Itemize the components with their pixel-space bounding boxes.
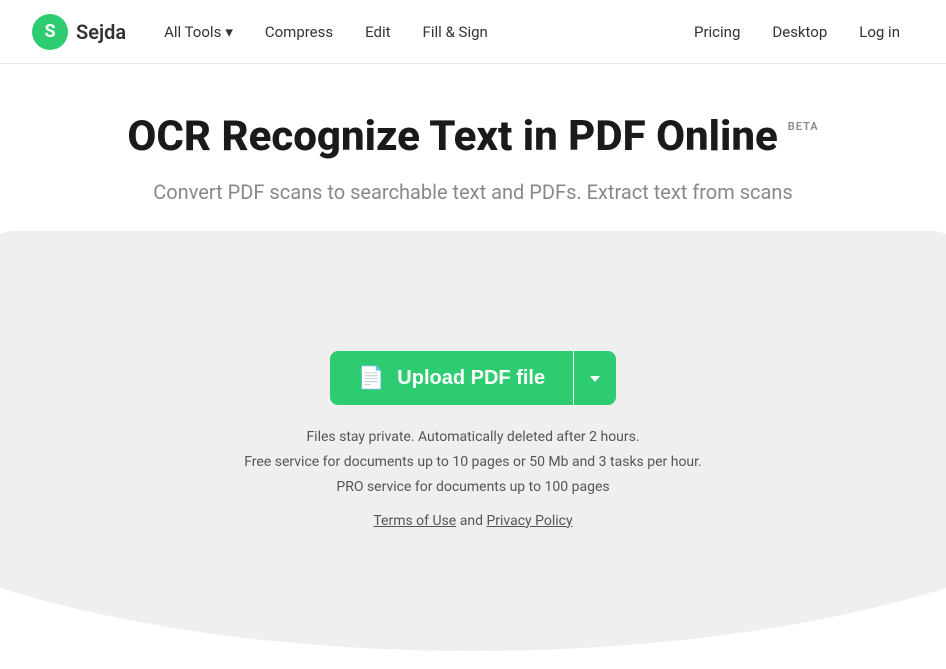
legal-links: Terms of Use and Privacy Policy — [244, 509, 702, 534]
upload-btn-label: Upload PDF file — [397, 367, 545, 390]
page-subtitle: Convert PDF scans to searchable text and… — [153, 177, 793, 207]
nav-desktop[interactable]: Desktop — [758, 15, 841, 49]
dropdown-chevron-icon — [590, 376, 600, 382]
info-line-2: Free service for documents up to 10 page… — [244, 450, 702, 475]
upload-pdf-button[interactable]: 📄 Upload PDF file — [330, 351, 573, 405]
upload-button-group: 📄 Upload PDF file — [330, 351, 616, 405]
nav-compress[interactable]: Compress — [251, 15, 347, 49]
upload-dropdown-button[interactable] — [574, 351, 616, 405]
page-title: OCR Recognize Text in PDF Online — [127, 112, 777, 161]
nav-all-tools[interactable]: All Tools ▾ — [150, 15, 247, 49]
nav-links: All Tools ▾ Compress Edit Fill & Sign — [150, 15, 680, 49]
nav-edit[interactable]: Edit — [351, 15, 404, 49]
nav-fill-sign[interactable]: Fill & Sign — [409, 15, 502, 49]
logo-icon: S — [32, 14, 68, 50]
main-content: OCR Recognize Text in PDF Online BETA Co… — [0, 64, 946, 651]
chevron-icon: ▾ — [225, 23, 233, 41]
pdf-icon: 📄 — [358, 365, 385, 391]
and-text: and — [460, 513, 487, 529]
beta-badge: BETA — [788, 120, 819, 133]
navbar: S Sejda All Tools ▾ Compress Edit Fill &… — [0, 0, 946, 64]
upload-section: 📄 Upload PDF file Files stay private. Au… — [244, 351, 702, 534]
logo-name: Sejda — [76, 20, 126, 44]
info-line-1: Files stay private. Automatically delete… — [244, 425, 702, 450]
logo-letter: S — [44, 21, 55, 42]
nav-login[interactable]: Log in — [845, 15, 914, 49]
info-line-3: PRO service for documents up to 100 page… — [244, 475, 702, 500]
content-area: 📄 Upload PDF file Files stay private. Au… — [0, 231, 946, 651]
page-title-wrapper: OCR Recognize Text in PDF Online BETA — [127, 112, 818, 161]
nav-right-links: Pricing Desktop Log in — [680, 15, 914, 49]
logo-link[interactable]: S Sejda — [32, 14, 126, 50]
info-text-block: Files stay private. Automatically delete… — [244, 425, 702, 534]
privacy-link[interactable]: Privacy Policy — [486, 513, 572, 529]
terms-link[interactable]: Terms of Use — [373, 513, 456, 529]
nav-pricing[interactable]: Pricing — [680, 15, 754, 49]
